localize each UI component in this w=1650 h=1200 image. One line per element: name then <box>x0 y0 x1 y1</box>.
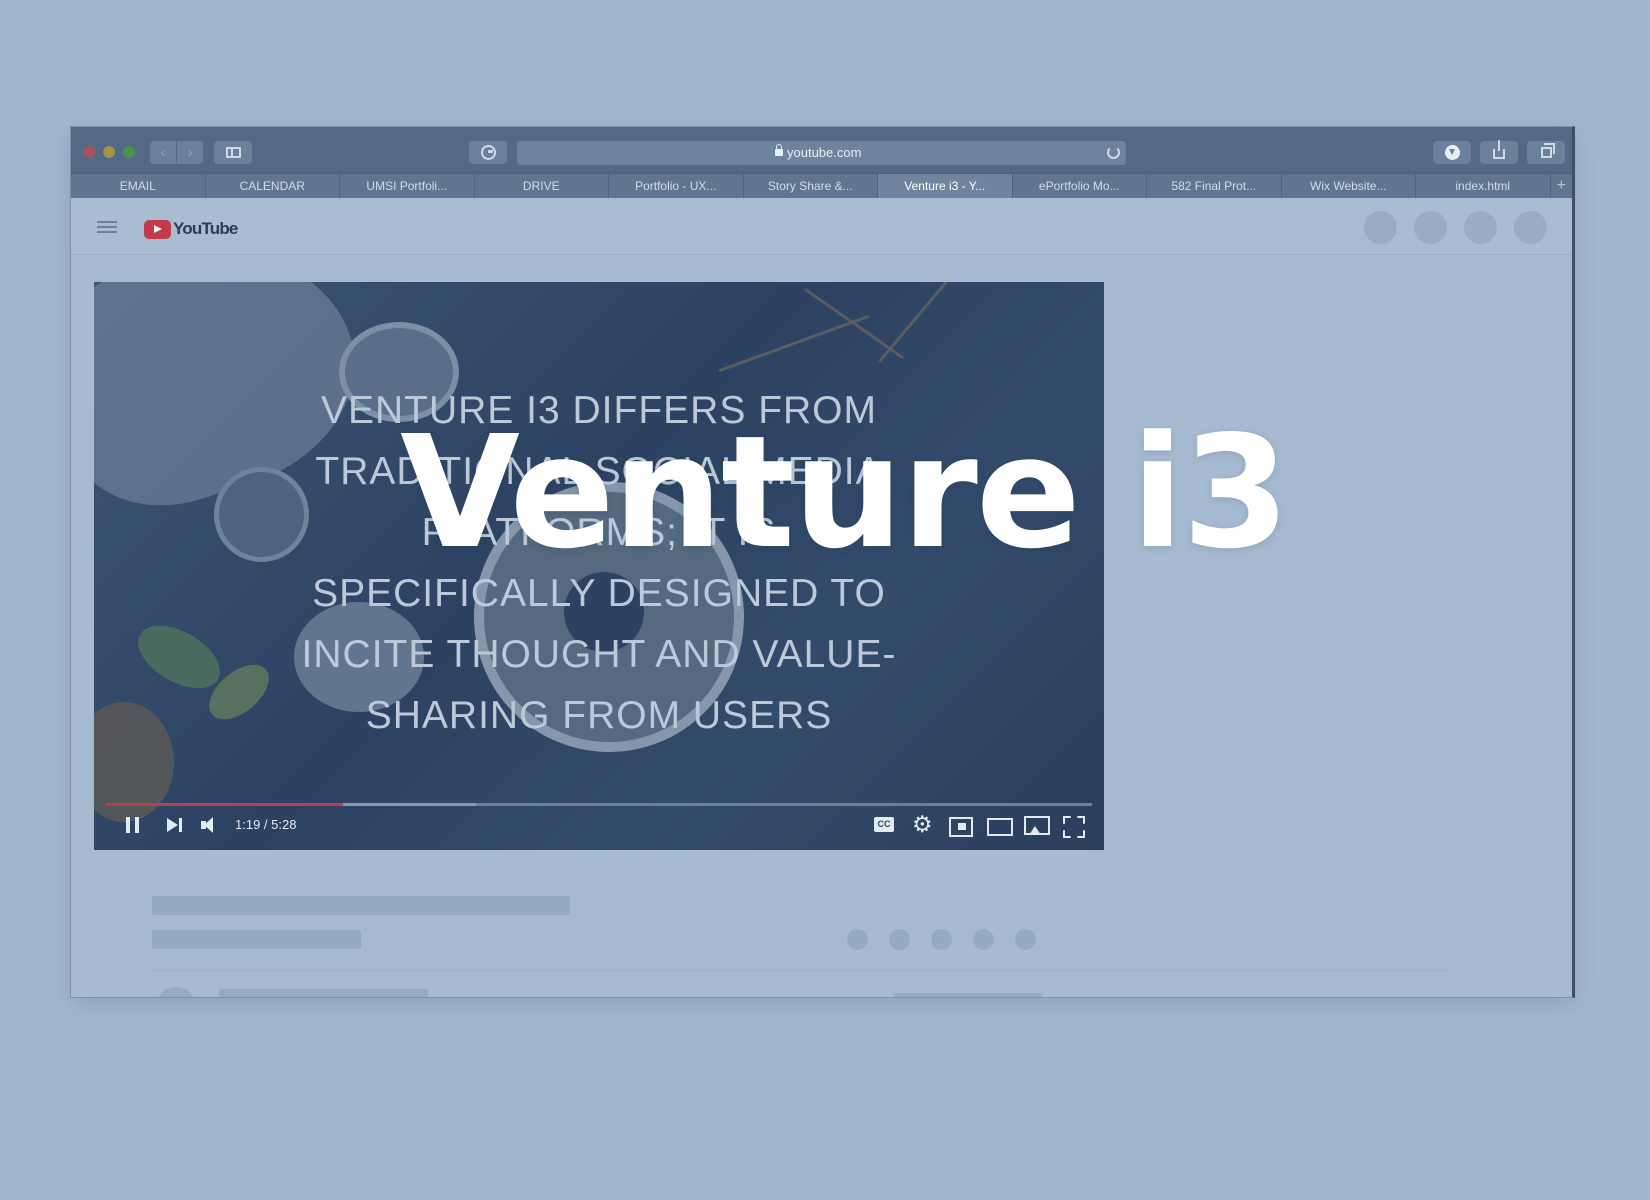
show-tabs-button[interactable] <box>1527 141 1565 164</box>
browser-tab[interactable]: Venture i3 - Y... <box>878 174 1013 198</box>
browser-toolbar: ‹ › youtube.com <box>71 127 1572 173</box>
url-text: youtube.com <box>787 145 862 160</box>
download-icon <box>1444 145 1460 160</box>
back-button[interactable]: ‹ <box>150 141 176 164</box>
action-placeholder-icon <box>973 929 994 950</box>
minimize-window-button[interactable] <box>103 146 115 158</box>
overlay-title: Venture i3 <box>400 402 1290 583</box>
grammarly-icon <box>480 145 496 160</box>
header-placeholder-icon[interactable] <box>1514 211 1547 244</box>
theater-mode-icon[interactable] <box>987 814 1013 836</box>
share-icon <box>1493 140 1505 159</box>
share-button[interactable] <box>1480 140 1518 164</box>
action-placeholder-icon <box>1015 929 1036 950</box>
volume-icon[interactable] <box>199 814 221 836</box>
zoom-window-button[interactable] <box>123 146 135 158</box>
youtube-play-icon <box>144 219 171 239</box>
tabs-overview-icon <box>1540 143 1555 158</box>
browser-tab[interactable]: ePortfolio Mo... <box>1013 174 1147 198</box>
video-frame-twig <box>718 314 870 373</box>
close-window-button[interactable] <box>83 146 95 158</box>
grammarly-extension-button[interactable] <box>469 141 507 164</box>
channel-name-placeholder <box>219 989 428 997</box>
caption-line: incite thought and value- <box>301 633 897 676</box>
header-placeholder-icon[interactable] <box>1364 211 1397 244</box>
subtitles-icon[interactable] <box>874 814 896 836</box>
address-bar[interactable]: youtube.com <box>517 141 1126 165</box>
reload-icon[interactable] <box>1107 146 1120 159</box>
browser-tab[interactable]: index.html <box>1416 174 1551 198</box>
miniplayer-icon[interactable] <box>949 814 973 837</box>
caption-line: sharing from users <box>365 694 833 737</box>
youtube-header: YouTube <box>71 198 1572 255</box>
tab-bar: EMAIL CALENDAR UMSI Portfoli... DRIVE Portfo… <box>71 173 1572 198</box>
browser-tab[interactable]: 582 Final Prot... <box>1147 174 1282 198</box>
browser-tab[interactable]: DRIVE <box>475 174 609 198</box>
action-placeholder-icon <box>931 929 952 950</box>
downloads-button[interactable] <box>1433 141 1471 164</box>
views-placeholder <box>152 930 361 949</box>
browser-tab[interactable]: EMAIL <box>71 174 206 198</box>
channel-avatar-placeholder <box>156 987 196 997</box>
fullscreen-icon[interactable] <box>1062 814 1084 836</box>
new-tab-button[interactable]: + <box>1551 174 1573 198</box>
action-placeholder-icon <box>847 929 868 950</box>
next-button[interactable] <box>164 814 186 836</box>
airplay-icon[interactable] <box>1024 814 1050 836</box>
browser-tab[interactable]: Story Share &... <box>744 174 878 198</box>
player-controls: 1:19 / 5:28 <box>94 800 1104 850</box>
pause-button[interactable] <box>122 814 144 836</box>
header-placeholder-icon[interactable] <box>1414 211 1447 244</box>
header-placeholder-icon[interactable] <box>1464 211 1497 244</box>
action-placeholder-icon <box>889 929 910 950</box>
progress-bar[interactable] <box>106 803 1092 806</box>
browser-tab[interactable]: UMSI Portfoli... <box>340 174 475 198</box>
title-placeholder <box>152 896 570 915</box>
sidebar-toggle-button[interactable] <box>214 141 252 164</box>
menu-icon[interactable] <box>97 221 117 233</box>
settings-gear-icon[interactable] <box>912 811 934 837</box>
subscribe-placeholder <box>894 993 1042 997</box>
youtube-logo[interactable]: YouTube <box>144 219 238 239</box>
lock-icon <box>775 144 783 156</box>
browser-tab[interactable]: Portfolio - UX... <box>609 174 744 198</box>
browser-tab[interactable]: CALENDAR <box>206 174 340 198</box>
youtube-logo-text: YouTube <box>173 219 238 238</box>
forward-button[interactable]: › <box>177 141 203 164</box>
browser-tab[interactable]: Wix Website... <box>1282 174 1416 198</box>
divider <box>152 970 1452 971</box>
time-display: 1:19 / 5:28 <box>235 817 297 832</box>
sidebar-icon <box>225 147 241 158</box>
progress-played <box>106 803 343 806</box>
